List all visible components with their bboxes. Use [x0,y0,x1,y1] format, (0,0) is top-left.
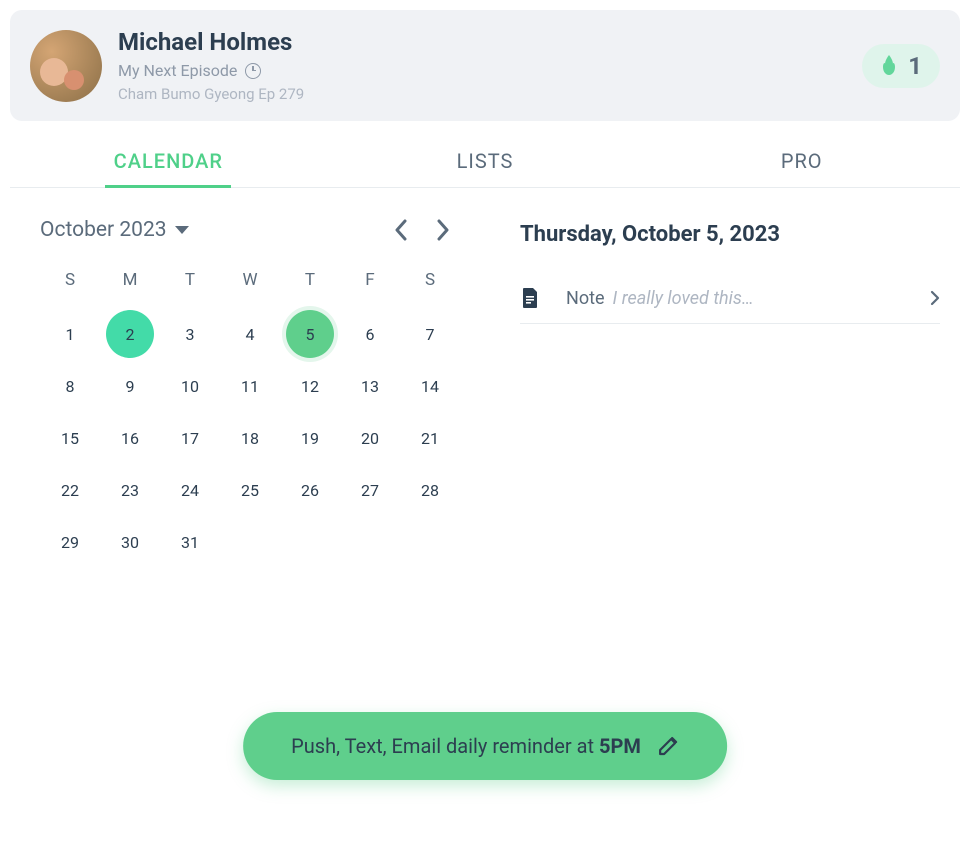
month-picker[interactable]: October 2023 [40,218,189,242]
note-icon [520,287,540,309]
note-body: Note I really loved this… [566,288,904,309]
day-cell[interactable]: 25 [220,464,280,516]
header-card: Michael Holmes My Next Episode Cham Bumo… [10,10,960,121]
day-cell[interactable]: 28 [400,464,460,516]
user-name: Michael Holmes [118,28,304,56]
month-nav [394,219,450,241]
day-cell[interactable]: 12 [280,360,340,412]
content: October 2023 S M T W T F S 1234567891011… [0,188,970,568]
weekday: M [100,262,160,298]
date-heading: Thursday, October 5, 2023 [520,222,940,247]
day-cell[interactable]: 10 [160,360,220,412]
day-cell [340,516,400,568]
day-cell[interactable]: 2 [100,308,160,360]
detail-panel: Thursday, October 5, 2023 Note I really … [520,218,940,568]
prev-month-button[interactable] [394,219,408,241]
day-cell[interactable]: 13 [340,360,400,412]
weekday: W [220,262,280,298]
day-cell[interactable]: 23 [100,464,160,516]
calendar-panel: October 2023 S M T W T F S 1234567891011… [40,218,460,568]
day-cell[interactable]: 31 [160,516,220,568]
chevron-right-icon [930,290,940,306]
day-cell[interactable]: 21 [400,412,460,464]
day-cell[interactable]: 18 [220,412,280,464]
day-cell [220,516,280,568]
day-cell[interactable]: 24 [160,464,220,516]
day-cell[interactable]: 3 [160,308,220,360]
calendar-grid: 1234567891011121314151617181920212223242… [40,308,460,568]
streak-badge[interactable]: 1 [862,44,940,88]
weekday: T [160,262,220,298]
user-info: Michael Holmes My Next Episode Cham Bumo… [118,28,304,103]
weekday: S [400,262,460,298]
avatar[interactable] [30,30,102,102]
tabs: CALENDAR LISTS PRO [10,131,960,188]
chevron-down-icon [175,226,189,234]
tab-calendar[interactable]: CALENDAR [10,131,327,187]
week-row: 15161718192021 [40,412,460,464]
episode-text: Cham Bumo Gyeong Ep 279 [118,85,304,103]
week-row: 1234567 [40,308,460,360]
next-episode-row: My Next Episode [118,61,304,80]
weekday: T [280,262,340,298]
tab-lists[interactable]: LISTS [327,131,644,187]
pencil-icon [657,735,679,757]
reminder-button[interactable]: Push, Text, Email daily reminder at 5PM [243,712,727,780]
reminder-prefix: Push, Text, Email daily reminder at [291,734,599,758]
reminder-text: Push, Text, Email daily reminder at 5PM [291,734,641,758]
day-cell[interactable]: 8 [40,360,100,412]
month-label: October 2023 [40,218,167,242]
day-cell[interactable]: 14 [400,360,460,412]
week-row: 22232425262728 [40,464,460,516]
day-cell[interactable]: 29 [40,516,100,568]
tab-pro[interactable]: PRO [643,131,960,187]
clock-icon [245,63,261,79]
flame-icon [880,55,898,77]
day-cell[interactable]: 7 [400,308,460,360]
day-cell[interactable]: 6 [340,308,400,360]
streak-count: 1 [908,52,922,80]
day-cell[interactable]: 22 [40,464,100,516]
week-row: 891011121314 [40,360,460,412]
header-left: Michael Holmes My Next Episode Cham Bumo… [30,28,304,103]
day-cell[interactable]: 26 [280,464,340,516]
day-cell[interactable]: 20 [340,412,400,464]
note-row[interactable]: Note I really loved this… [520,275,940,324]
reminder-time: 5PM [599,734,641,758]
day-cell[interactable]: 11 [220,360,280,412]
day-cell[interactable]: 15 [40,412,100,464]
next-episode-label: My Next Episode [118,61,237,80]
week-row: 293031 [40,516,460,568]
day-cell [400,516,460,568]
note-label: Note [566,288,605,309]
next-month-button[interactable] [436,219,450,241]
month-row: October 2023 [40,218,460,242]
weekday: S [40,262,100,298]
weekday-row: S M T W T F S [40,262,460,296]
day-cell[interactable]: 1 [40,308,100,360]
day-cell[interactable]: 9 [100,360,160,412]
day-cell[interactable]: 30 [100,516,160,568]
day-cell[interactable]: 27 [340,464,400,516]
weekday: F [340,262,400,298]
day-cell[interactable]: 5 [280,308,340,360]
day-cell[interactable]: 17 [160,412,220,464]
day-cell[interactable]: 16 [100,412,160,464]
day-cell [280,516,340,568]
day-cell[interactable]: 19 [280,412,340,464]
note-preview: I really loved this… [613,288,754,309]
day-cell[interactable]: 4 [220,308,280,360]
